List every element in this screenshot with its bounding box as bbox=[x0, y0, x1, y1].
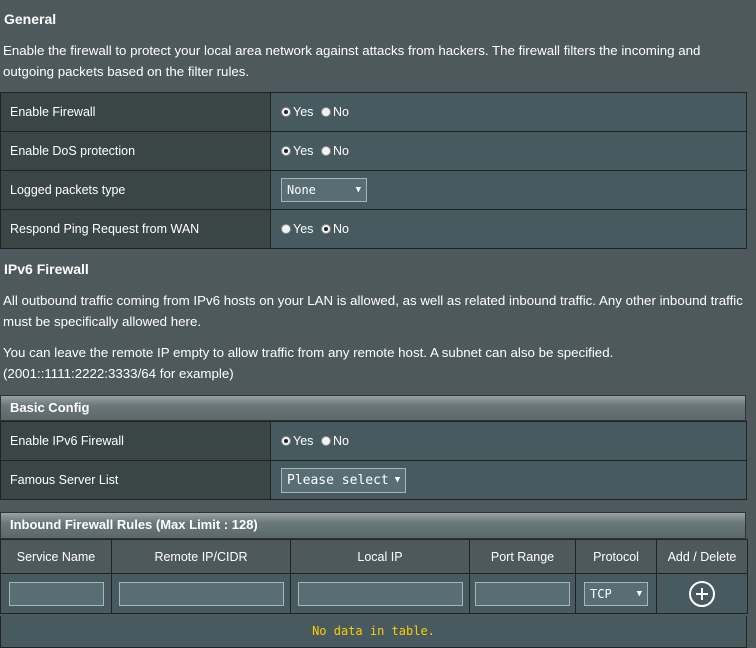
general-description: Enable the firewall to protect your loca… bbox=[3, 43, 701, 79]
famous-server-select[interactable]: Please select ▼ bbox=[281, 467, 407, 493]
radio-icon[interactable] bbox=[281, 223, 291, 234]
enable-firewall-row: Enable Firewall Yes No bbox=[0, 92, 747, 132]
port-range-input[interactable] bbox=[475, 581, 570, 606]
add-rule-icon[interactable] bbox=[689, 580, 715, 607]
respond-ping-label: Respond Ping Request from WAN bbox=[0, 209, 271, 249]
basic-config-table: Enable IPv6 Firewall Yes No Famous Serve… bbox=[0, 421, 747, 500]
chevron-down-icon: ▼ bbox=[394, 475, 401, 485]
enable-firewall-yes[interactable]: Yes bbox=[281, 105, 313, 119]
ipv6-description: All outbound traffic coming from IPv6 ho… bbox=[3, 293, 743, 329]
chevron-down-icon: ▼ bbox=[355, 185, 361, 195]
dos-protection-row: Enable DoS protection Yes No bbox=[0, 131, 747, 171]
col-local-ip: Local IP bbox=[290, 539, 470, 574]
enable-ipv6-firewall-yes[interactable]: Yes bbox=[281, 434, 313, 448]
enable-firewall-label: Enable Firewall bbox=[0, 92, 271, 132]
dos-protection-no[interactable]: No bbox=[321, 144, 349, 158]
rules-header-row: Service Name Remote IP/CIDR Local IP Por… bbox=[0, 539, 748, 574]
respond-ping-row: Respond Ping Request from WAN Yes No bbox=[0, 209, 747, 249]
protocol-select[interactable]: TCP ▼ bbox=[584, 581, 648, 606]
inbound-rules-header: Inbound Firewall Rules (Max Limit : 128) bbox=[0, 512, 746, 539]
ipv6-remote-ip-note: You can leave the remote IP empty to all… bbox=[3, 345, 614, 381]
service-name-input[interactable] bbox=[8, 581, 104, 606]
col-service-name: Service Name bbox=[0, 539, 112, 574]
enable-firewall-no[interactable]: No bbox=[321, 105, 349, 119]
basic-config-header: Basic Config bbox=[0, 395, 746, 421]
col-add-delete: Add / Delete bbox=[656, 539, 748, 574]
respond-ping-no[interactable]: No bbox=[321, 222, 349, 236]
logged-packets-row: Logged packets type None ▼ bbox=[0, 170, 747, 210]
radio-icon[interactable] bbox=[321, 223, 332, 234]
radio-icon[interactable] bbox=[321, 106, 332, 117]
ipv6-title: IPv6 Firewall bbox=[4, 261, 89, 277]
general-settings-table: Enable Firewall Yes No Enable DoS protec… bbox=[0, 92, 747, 249]
radio-icon[interactable] bbox=[281, 435, 291, 446]
col-remote-ip: Remote IP/CIDR bbox=[111, 539, 291, 574]
logged-packets-select[interactable]: None ▼ bbox=[281, 178, 367, 202]
famous-server-row: Famous Server List Please select ▼ bbox=[0, 460, 747, 500]
enable-ipv6-firewall-label: Enable IPv6 Firewall bbox=[0, 421, 271, 461]
col-protocol: Protocol bbox=[575, 539, 657, 574]
general-title: General bbox=[4, 11, 57, 27]
enable-ipv6-firewall-row: Enable IPv6 Firewall Yes No bbox=[0, 421, 747, 461]
radio-icon[interactable] bbox=[281, 106, 291, 117]
dos-protection-yes[interactable]: Yes bbox=[281, 144, 313, 158]
col-port-range: Port Range bbox=[469, 539, 576, 574]
famous-server-label: Famous Server List bbox=[0, 460, 271, 500]
enable-ipv6-firewall-no[interactable]: No bbox=[321, 434, 349, 448]
inbound-rules-table: Service Name Remote IP/CIDR Local IP Por… bbox=[0, 539, 748, 614]
respond-ping-yes[interactable]: Yes bbox=[281, 222, 313, 236]
local-ip-input[interactable] bbox=[297, 581, 463, 606]
radio-icon[interactable] bbox=[281, 145, 291, 156]
dos-protection-label: Enable DoS protection bbox=[0, 131, 271, 171]
rules-input-row: TCP ▼ bbox=[0, 573, 748, 614]
empty-table-message: No data in table. bbox=[0, 616, 747, 648]
radio-icon[interactable] bbox=[321, 435, 332, 446]
logged-packets-label: Logged packets type bbox=[0, 170, 271, 210]
chevron-down-icon: ▼ bbox=[636, 588, 642, 599]
remote-ip-input[interactable] bbox=[118, 581, 284, 606]
radio-icon[interactable] bbox=[321, 145, 332, 156]
